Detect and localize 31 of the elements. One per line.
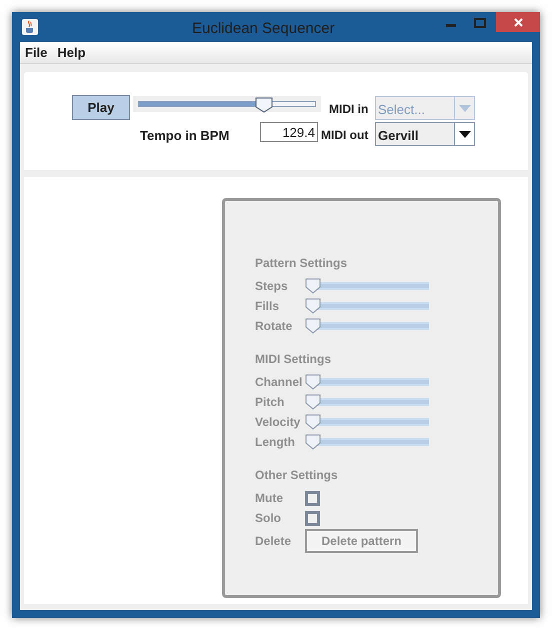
close-button[interactable] xyxy=(496,12,540,32)
midi-out-dropdown[interactable]: Gervill xyxy=(375,122,475,146)
midi-in-label: MIDI in xyxy=(329,101,368,118)
setting-label: Delete xyxy=(255,533,292,550)
tempo-field[interactable]: 129.4 xyxy=(260,122,318,142)
menu-item[interactable]: File xyxy=(25,42,48,62)
setting-label: Mute xyxy=(255,490,284,507)
setting-label: Length xyxy=(255,434,296,451)
coffee-cup-icon xyxy=(22,19,38,35)
section-heading: MIDI Settings xyxy=(255,352,332,368)
tempo-slider[interactable] xyxy=(133,96,321,112)
setting-label: Velocity xyxy=(255,414,302,431)
setting-label: Solo xyxy=(255,510,282,527)
minimize-icon[interactable] xyxy=(446,24,458,28)
window-title: Euclidean Sequencer xyxy=(192,19,335,39)
midi-out-label: MIDI out xyxy=(321,127,368,144)
dropdown-placeholder: Select... xyxy=(377,101,426,119)
setting-label: Pitch xyxy=(255,394,286,411)
section-heading: Other Settings xyxy=(255,468,339,484)
setting-label: Channel xyxy=(255,374,304,391)
dropdown-value: Gervill xyxy=(377,127,420,145)
setting-label: Fills xyxy=(255,298,280,315)
slider-thumb[interactable] xyxy=(254,97,273,113)
section-heading: Pattern Settings xyxy=(255,256,348,272)
close-icon xyxy=(514,18,522,26)
play-button[interactable]: Play xyxy=(72,95,130,120)
maximize-icon[interactable] xyxy=(474,18,486,28)
setting-label: Steps xyxy=(255,278,289,295)
menu-item[interactable]: Help xyxy=(57,42,86,62)
tempo-label: Tempo in BPM xyxy=(140,127,230,145)
setting-label: Rotate xyxy=(255,318,294,335)
